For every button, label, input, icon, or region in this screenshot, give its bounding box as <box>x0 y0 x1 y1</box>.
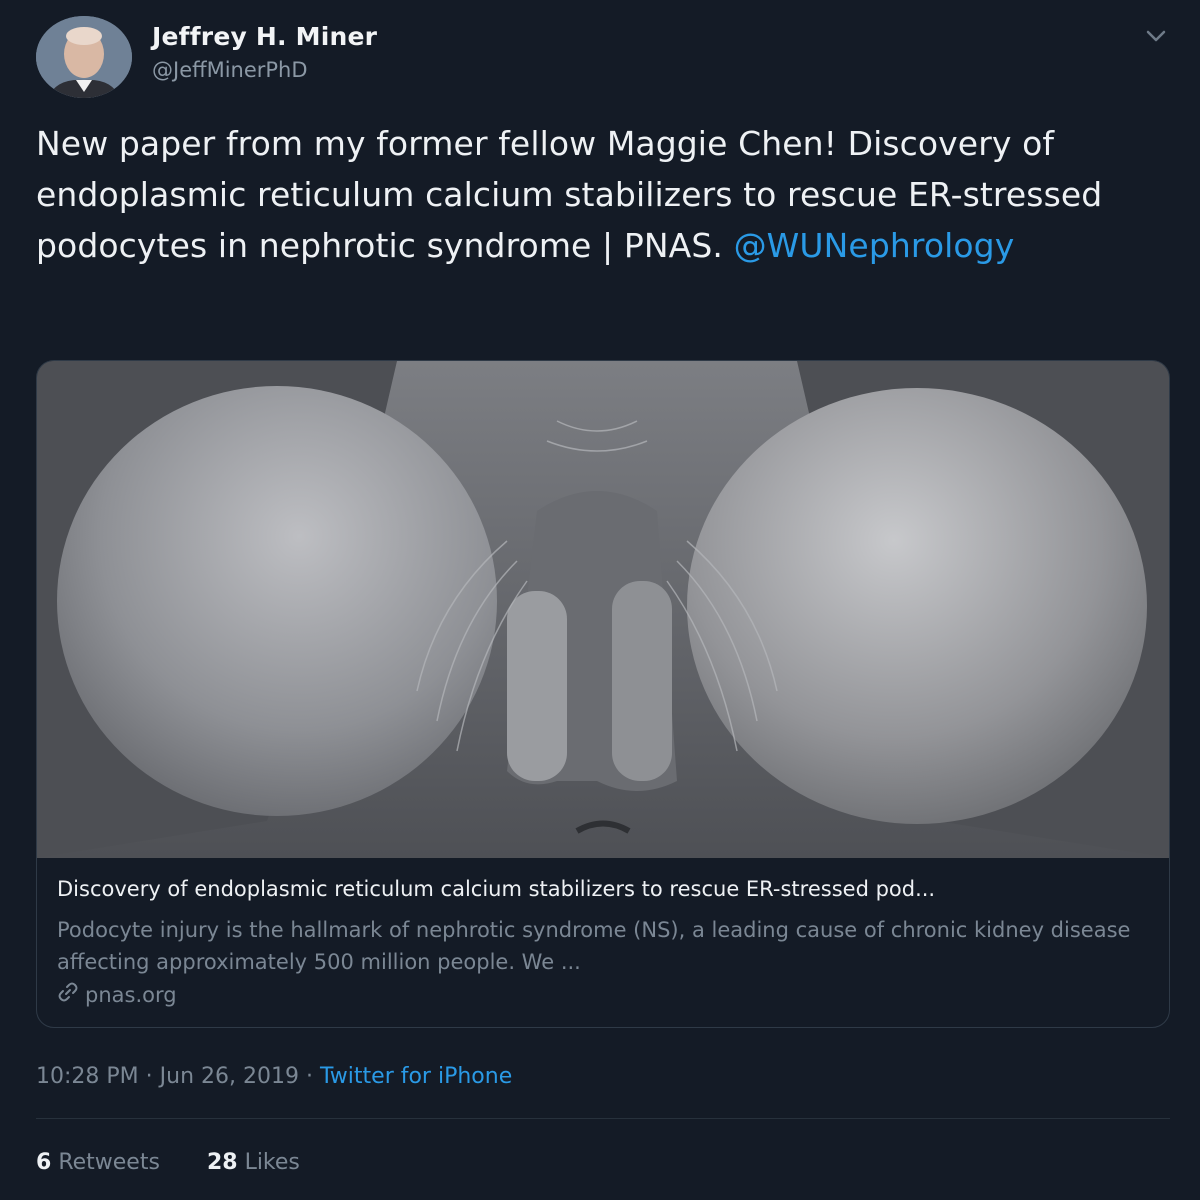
card-description: Podocyte injury is the hallmark of nephr… <box>57 918 1131 974</box>
tweet-date[interactable]: Jun 26, 2019 <box>160 1064 299 1089</box>
retweets-stat[interactable]: 6 Retweets <box>36 1150 167 1175</box>
meta-separator: · <box>145 1064 153 1089</box>
card-domain-text: pnas.org <box>85 982 177 1007</box>
mention-link[interactable]: @WUNephrology <box>734 226 1015 265</box>
retweets-label: Retweets <box>58 1150 160 1175</box>
card-image <box>37 361 1169 858</box>
card-domain[interactable]: pnas.org <box>57 981 177 1008</box>
tweet-text: New paper from my former fellow Maggie C… <box>36 118 1176 271</box>
likes-label: Likes <box>244 1150 300 1175</box>
meta-separator: · <box>306 1064 313 1089</box>
link-icon <box>57 981 79 1008</box>
tweet-stats: 6 Retweets 28 Likes <box>36 1150 340 1175</box>
author-handle[interactable]: @JeffMinerPhD <box>152 58 308 82</box>
tweet: Jeffrey H. Miner @JeffMinerPhD New paper… <box>0 0 1200 1200</box>
card-title[interactable]: Discovery of endoplasmic reticulum calci… <box>57 877 935 901</box>
chevron-down-icon[interactable] <box>1142 22 1170 50</box>
author-name[interactable]: Jeffrey H. Miner <box>152 22 377 51</box>
likes-stat[interactable]: 28 Likes <box>207 1150 300 1175</box>
retweets-count: 6 <box>36 1150 52 1175</box>
tweet-meta: 10:28 PM · Jun 26, 2019 · Twitter for iP… <box>36 1064 512 1089</box>
avatar[interactable] <box>36 16 132 98</box>
divider <box>36 1118 1170 1119</box>
link-card[interactable]: Discovery of endoplasmic reticulum calci… <box>36 360 1170 1028</box>
tweet-source[interactable]: Twitter for iPhone <box>320 1064 512 1089</box>
tweet-time[interactable]: 10:28 PM <box>36 1064 139 1089</box>
likes-count: 28 <box>206 1150 238 1175</box>
